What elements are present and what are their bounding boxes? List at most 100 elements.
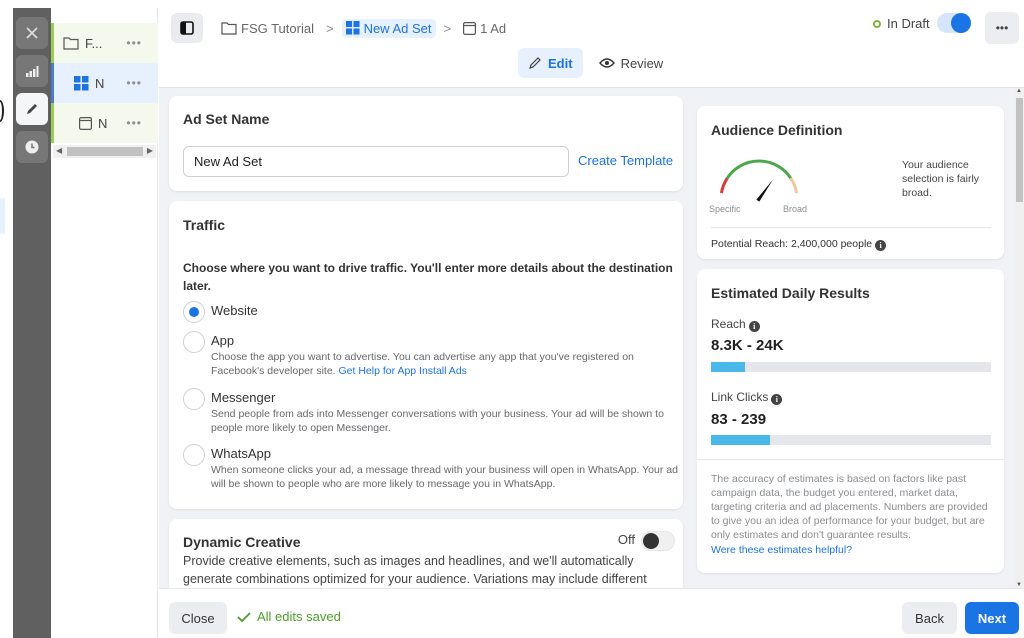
more-options-icon[interactable]: ••• — [126, 76, 142, 90]
tree-horizontal-scrollbar[interactable]: ◀ ▶ — [53, 145, 156, 158]
info-icon[interactable]: i — [875, 240, 887, 251]
folder-icon — [63, 37, 79, 50]
background-window-edge — [0, 0, 13, 638]
gauge-needle — [756, 179, 773, 202]
toggle-knob — [643, 533, 659, 549]
tree-item-label: N — [95, 75, 105, 91]
main-vertical-scrollbar[interactable]: ▲ ▼ — [1015, 88, 1024, 588]
scroll-up-icon[interactable]: ▲ — [1016, 88, 1022, 94]
link-clicks-label: Link Clicks i — [711, 390, 783, 405]
eye-icon — [598, 58, 615, 68]
card-title: Ad Set Name — [183, 111, 270, 127]
breadcrumb-label: 1 Ad — [480, 20, 507, 36]
more-options-icon[interactable]: ••• — [126, 36, 142, 50]
back-button[interactable]: Back — [902, 602, 957, 634]
reach-bar-fill — [711, 362, 745, 372]
dynamic-creative-description: Provide creative elements, such as image… — [183, 554, 647, 586]
traffic-card: Traffic Choose where you want to drive t… — [169, 201, 683, 509]
tree-item-indicator — [51, 103, 54, 143]
charts-rail-button[interactable] — [16, 55, 48, 87]
breadcrumb: FSG Tutorial > New Ad Set > 1 Ad — [217, 16, 510, 40]
card-title: Audience Definition — [711, 122, 843, 138]
link-clicks-bar — [711, 435, 991, 445]
radio-button[interactable] — [183, 388, 205, 410]
radio-button[interactable] — [183, 301, 205, 323]
info-icon[interactable]: i — [771, 394, 783, 405]
metric-label-text: Link Clicks — [711, 390, 769, 404]
radio-button[interactable] — [183, 331, 205, 353]
more-actions-button[interactable]: ••• — [985, 12, 1019, 44]
ad-icon — [463, 21, 477, 35]
ad-set-name-input[interactable] — [183, 146, 569, 177]
gauge-middle-segment — [725, 159, 793, 179]
audience-summary: Your audience selection is fairly broad. — [902, 159, 980, 199]
potential-reach-text: Potential Reach: 2,400,000 people — [711, 238, 873, 250]
tree-item-indicator — [51, 23, 54, 63]
scroll-left-icon[interactable]: ◀ — [56, 146, 62, 155]
campaign-tree: F... ••• N ••• N ••• ◀ ▶ — [51, 8, 158, 638]
status-dot-icon — [873, 19, 881, 28]
option-description: Choose the app you want to advertise. Yo… — [211, 350, 681, 378]
radio-button[interactable] — [183, 444, 205, 466]
close-button[interactable]: Close — [169, 602, 227, 634]
option-label: Messenger — [211, 390, 276, 405]
create-template-link[interactable]: Create Template — [578, 153, 673, 168]
app-install-help-link[interactable]: Get Help for App Install Ads — [339, 365, 467, 377]
tab-label: Edit — [548, 55, 573, 71]
traffic-option-website[interactable]: Website — [183, 301, 258, 323]
breadcrumb-separator: > — [325, 20, 334, 36]
tree-item-campaign[interactable]: F... ••• — [51, 23, 158, 63]
pencil-icon — [27, 104, 37, 114]
toggle-panel-button[interactable] — [171, 13, 203, 43]
info-icon[interactable]: i — [748, 321, 760, 332]
toggle-knob — [951, 13, 971, 33]
close-rail-button[interactable] — [16, 17, 48, 49]
more-options-icon[interactable]: ••• — [126, 116, 142, 130]
estimates-disclaimer: The accuracy of estimates is based on fa… — [711, 473, 988, 541]
next-button[interactable]: Next — [965, 602, 1019, 634]
toggle-state-label: Off — [617, 532, 635, 547]
link-clicks-value: 83 - 239 — [711, 411, 767, 428]
gauge-high-label: Broad — [783, 204, 808, 214]
breadcrumb-ad[interactable]: 1 Ad — [459, 19, 510, 38]
save-status: All edits saved — [237, 609, 341, 624]
scrollbar-thumb[interactable] — [67, 147, 143, 156]
traffic-option-whatsapp[interactable]: WhatsApp When someone clicks your ad, a … — [183, 444, 681, 491]
scrollbar-thumb[interactable] — [1016, 98, 1023, 202]
estimated-results-card: Estimated Daily Results Reach i 8.3K - 24… — [697, 269, 1004, 573]
dynamic-creative-toggle[interactable] — [641, 531, 675, 551]
card-title: Estimated Daily Results — [711, 285, 870, 301]
edit-rail-button[interactable] — [16, 93, 48, 125]
option-label: WhatsApp — [211, 446, 271, 461]
draft-toggle[interactable] — [937, 13, 971, 33]
status-label: In Draft — [887, 16, 930, 31]
breadcrumb-ad-set[interactable]: New Ad Set — [341, 18, 436, 38]
tool-rail — [13, 8, 51, 638]
tab-label: Review — [620, 55, 664, 71]
option-description: Send people from ads into Messenger conv… — [211, 408, 664, 434]
estimates-feedback-link[interactable]: Were these estimates helpful? — [711, 544, 852, 556]
history-rail-button[interactable] — [16, 131, 48, 163]
traffic-option-app[interactable]: App Choose the app you want to advertise… — [183, 331, 681, 378]
traffic-prompt: Choose where you want to drive traffic. … — [183, 261, 673, 293]
traffic-option-messenger[interactable]: Messenger Send people from ads into Mess… — [183, 388, 681, 435]
partial-tab — [0, 198, 5, 234]
breadcrumb-label: New Ad Set — [363, 20, 432, 36]
checkmark-icon — [237, 611, 251, 622]
tree-item-indicator — [51, 63, 54, 103]
tab-edit[interactable]: Edit — [518, 48, 583, 78]
pencil-icon — [529, 57, 541, 69]
sidebar-panel-icon — [180, 21, 194, 35]
breadcrumb-campaign[interactable]: FSG Tutorial — [217, 19, 318, 38]
tab-review[interactable]: Review — [589, 48, 674, 78]
gauge-low-label: Specific — [709, 204, 741, 214]
tree-item-ad[interactable]: N ••• — [51, 103, 158, 143]
tree-item-ad-set[interactable]: N ••• — [51, 63, 158, 103]
scroll-right-icon[interactable]: ▶ — [147, 146, 153, 155]
close-icon — [26, 27, 38, 39]
metric-label-text: Reach — [711, 317, 746, 331]
divider — [697, 459, 1004, 460]
reach-bar — [711, 362, 991, 372]
footer-bar: Close All edits saved Back Next — [159, 588, 1024, 638]
tree-item-label: N — [98, 115, 108, 131]
